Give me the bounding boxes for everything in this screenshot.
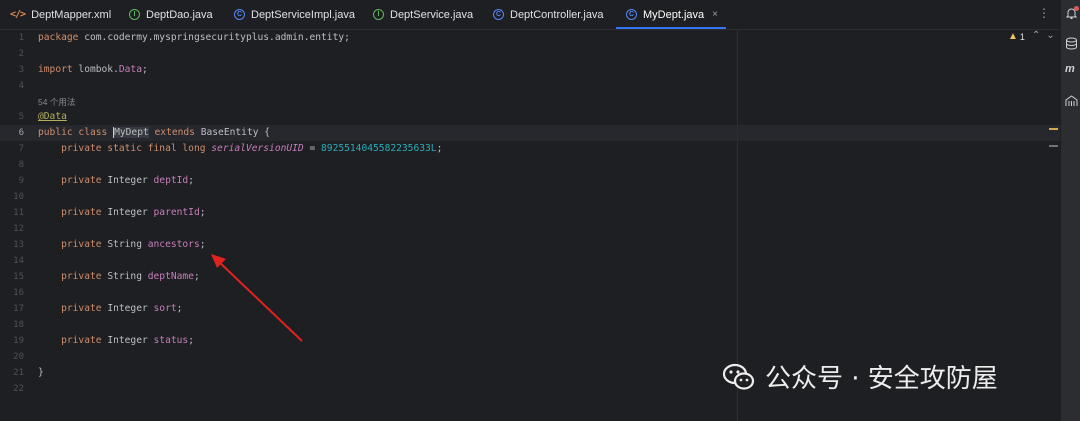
wechat-logo <box>722 363 755 390</box>
notification-badge <box>1074 6 1079 11</box>
database-icon[interactable] <box>1065 37 1078 50</box>
right-tool-window-bar: m <box>1060 0 1080 421</box>
watermark: 公众号 · 安全攻防屋 <box>721 358 998 395</box>
maven-icon[interactable]: m <box>1065 63 1078 76</box>
structure-icon[interactable] <box>1065 94 1078 107</box>
watermark-text: 公众号 · 安全攻防屋 <box>765 364 998 394</box>
